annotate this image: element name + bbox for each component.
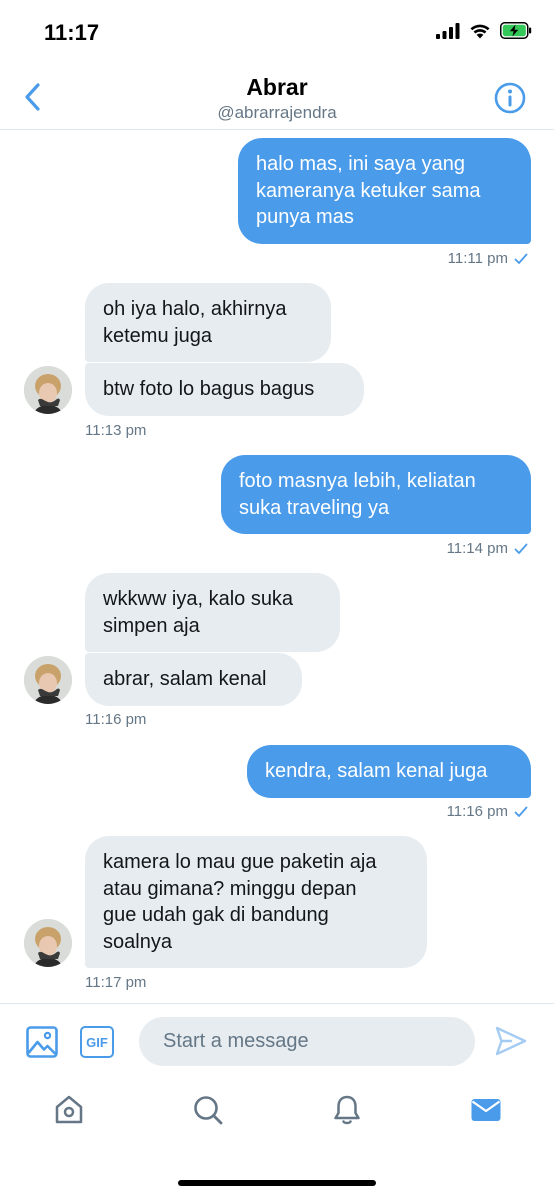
- message-bubble-incoming[interactable]: abrar, salam kenal: [85, 653, 302, 706]
- message-bubble-incoming[interactable]: btw foto lo bagus bagus: [85, 363, 364, 416]
- cellular-signal-icon: [436, 22, 460, 39]
- message-timestamp: 11:17 pm: [85, 974, 147, 991]
- avatar[interactable]: [24, 366, 72, 414]
- send-button[interactable]: [494, 1024, 528, 1058]
- info-button[interactable]: [494, 82, 526, 114]
- mail-icon: [471, 1099, 501, 1121]
- avatar-photo: [24, 656, 72, 704]
- avatar-photo: [24, 366, 72, 414]
- status-time: 11:17: [44, 20, 100, 45]
- checkmark-icon: [514, 543, 528, 554]
- tab-notifications[interactable]: [330, 1093, 364, 1127]
- timestamp-text: 11:14 pm: [446, 540, 508, 557]
- gif-button[interactable]: GIF: [80, 1026, 114, 1058]
- battery-charging-icon: [500, 22, 532, 39]
- checkmark-icon: [514, 806, 528, 817]
- message-timestamp: 11:16 pm: [85, 711, 147, 728]
- status-bar: 11:17: [0, 0, 554, 66]
- add-image-button[interactable]: [26, 1026, 58, 1058]
- status-icons: [436, 22, 532, 39]
- timestamp-text: 11:11 pm: [447, 250, 508, 267]
- message-timestamp: 11:14 pm: [447, 540, 528, 557]
- message-timestamp: 11:13 pm: [85, 422, 147, 439]
- conversation-header: Abrar @abrarrajendra: [0, 66, 554, 130]
- contact-handle[interactable]: @abrarrajendra: [0, 103, 554, 123]
- message-composer: GIF: [0, 1003, 554, 1079]
- message-timestamp: 11:16 pm: [447, 803, 528, 820]
- tab-home[interactable]: [52, 1093, 86, 1127]
- message-timestamp: 11:11 pm: [448, 250, 528, 267]
- message-bubble-outgoing[interactable]: halo mas, ini saya yang kameranya ketuke…: [238, 138, 531, 244]
- avatar[interactable]: [24, 919, 72, 967]
- home-icon: [55, 1095, 83, 1124]
- contact-name[interactable]: Abrar: [0, 74, 554, 101]
- image-icon: [26, 1026, 58, 1058]
- wifi-icon: [470, 24, 490, 38]
- message-bubble-incoming[interactable]: oh iya halo, akhirnya ketemu juga: [85, 283, 331, 362]
- message-input[interactable]: [139, 1017, 475, 1066]
- bell-icon: [334, 1095, 360, 1125]
- checkmark-icon: [514, 253, 528, 264]
- message-bubble-incoming[interactable]: kamera lo mau gue paketin aja atau giman…: [85, 836, 427, 968]
- message-bubble-outgoing[interactable]: kendra, salam kenal juga: [247, 745, 531, 798]
- tab-messages[interactable]: [469, 1093, 503, 1127]
- message-bubble-incoming[interactable]: wkkww iya, kalo suka simpen aja: [85, 573, 340, 652]
- avatar[interactable]: [24, 656, 72, 704]
- message-bubble-outgoing[interactable]: foto masnya lebih, keliatan suka traveli…: [221, 455, 531, 534]
- timestamp-text: 11:16 pm: [446, 803, 508, 820]
- search-icon: [194, 1096, 223, 1125]
- tab-search[interactable]: [191, 1093, 225, 1127]
- send-icon: [495, 1026, 527, 1056]
- avatar-photo: [24, 919, 72, 967]
- home-indicator[interactable]: [178, 1180, 376, 1186]
- info-icon: [494, 82, 526, 114]
